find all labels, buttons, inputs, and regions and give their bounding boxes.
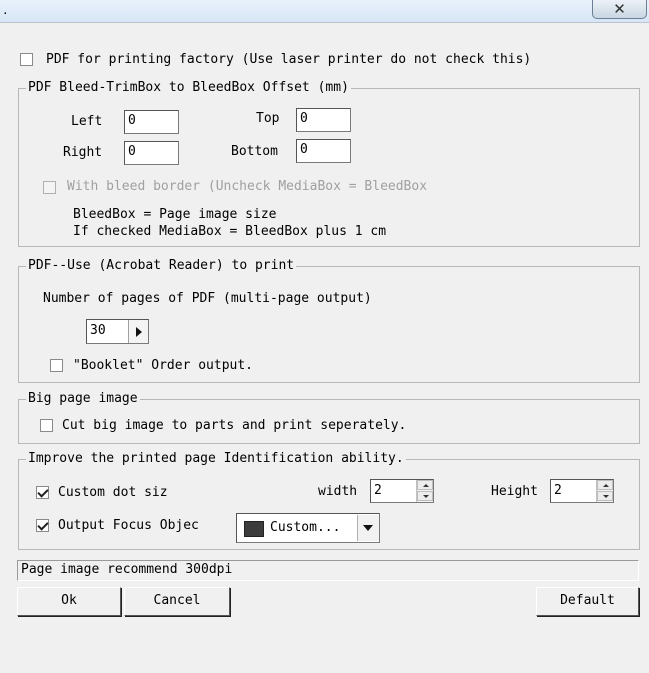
ok-button[interactable]: Ok (17, 587, 121, 616)
chevron-down-icon (423, 495, 429, 498)
left-offset-input[interactable]: 0 (124, 110, 179, 134)
output-focus-checkbox[interactable] (36, 519, 49, 532)
bleed-note-line1: BleedBox = Page image size (73, 207, 277, 222)
chevron-down-icon (603, 495, 609, 498)
pdf-factory-checkbox[interactable] (20, 53, 33, 66)
right-label: Right (63, 145, 103, 160)
bottom-offset-input[interactable]: 0 (296, 139, 351, 163)
height-stepper[interactable]: 2 (550, 479, 614, 503)
status-text: Page image recommend 300dpi (21, 562, 233, 577)
acrobat-print-legend: PDF--Use (Acrobat Reader) to print (26, 258, 297, 273)
output-focus-label: Output Focus Objec (58, 518, 199, 533)
bleed-border-label: With bleed border (Uncheck MediaBox = Bl… (67, 179, 428, 194)
pages-count-stepper[interactable]: 30 (86, 319, 149, 344)
bleed-offset-legend: PDF Bleed-TrimBox to BleedBox Offset (mm… (26, 80, 351, 95)
top-offset-input[interactable]: 0 (296, 108, 351, 132)
focus-color-value: Custom... (270, 520, 341, 535)
pages-count-label: Number of pages of PDF (multi-page outpu… (43, 291, 372, 306)
height-value: 2 (554, 483, 562, 498)
width-label: width (318, 484, 358, 499)
chevron-up-icon (423, 484, 429, 487)
default-button[interactable]: Default (536, 587, 639, 616)
height-label: Height (491, 484, 538, 499)
identification-legend: Improve the printed page Identification … (26, 451, 406, 466)
cancel-button[interactable]: Cancel (124, 587, 230, 616)
status-bar: Page image recommend 300dpi (17, 560, 639, 581)
bleed-border-checkbox[interactable] (43, 181, 56, 194)
width-value: 2 (374, 483, 382, 498)
cut-big-image-label: Cut big image to parts and print seperat… (62, 418, 407, 433)
width-down-button[interactable] (417, 491, 433, 501)
bleed-note-line2: If checked MediaBox = BleedBox plus 1 cm (73, 224, 387, 239)
height-down-button[interactable] (597, 491, 613, 501)
cut-big-image-checkbox[interactable] (40, 419, 53, 432)
close-button[interactable]: ✕ (592, 0, 647, 19)
title-dot: . (2, 4, 9, 17)
big-page-legend: Big page image (26, 391, 140, 406)
booklet-order-checkbox[interactable] (50, 359, 63, 372)
height-up-button[interactable] (597, 480, 613, 490)
title-bar: . ✕ (0, 0, 649, 22)
custom-dot-size-label: Custom dot siz (58, 485, 168, 500)
chevron-down-icon (363, 525, 373, 531)
width-up-button[interactable] (417, 480, 433, 490)
right-offset-input[interactable]: 0 (124, 141, 179, 165)
booklet-order-label: "Booklet" Order output. (73, 358, 254, 373)
custom-dot-size-checkbox[interactable] (36, 486, 49, 499)
pages-count-value: 30 (90, 323, 106, 338)
arrow-right-icon (136, 327, 142, 337)
color-dropdown-button[interactable] (357, 515, 379, 541)
close-icon[interactable]: ✕ (593, 0, 646, 18)
width-stepper[interactable]: 2 (370, 479, 434, 503)
top-label: Top (256, 111, 280, 126)
bottom-label: Bottom (231, 144, 278, 159)
left-label: Left (71, 114, 103, 129)
color-swatch (244, 521, 264, 537)
focus-color-select[interactable]: Custom... (236, 513, 380, 543)
chevron-up-icon (603, 484, 609, 487)
height-spin-buttons (596, 480, 613, 502)
width-spin-buttons (416, 480, 433, 502)
pdf-factory-label: PDF for printing factory (Use laser prin… (46, 52, 532, 67)
pages-increment-button[interactable] (128, 320, 148, 343)
